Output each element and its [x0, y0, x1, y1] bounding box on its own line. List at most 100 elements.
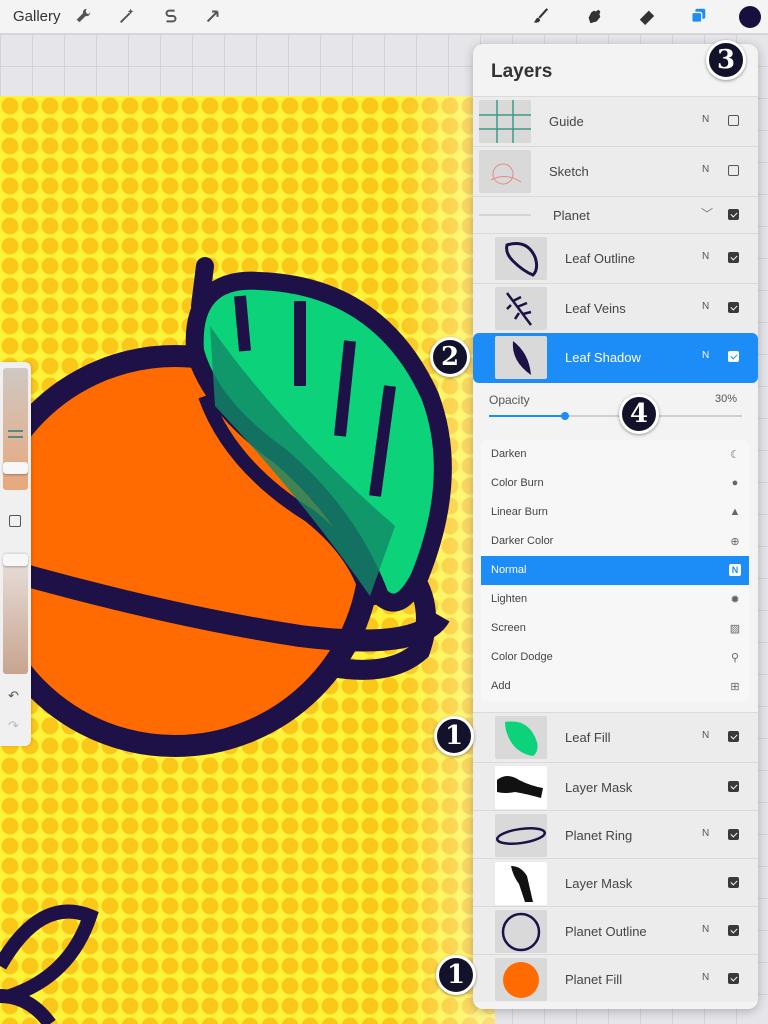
layer-row-leaf-veins[interactable]: Leaf Veins N [473, 283, 758, 333]
left-sidebar: ↶ ↷ [0, 362, 31, 746]
blend-mode-linear-burn[interactable]: Linear Burn ▲ [481, 498, 749, 527]
sun-icon: ✹ [730, 593, 740, 606]
layer-group-planet[interactable]: Planet ﹀ [473, 196, 758, 233]
brush-opacity-slider[interactable] [3, 552, 28, 674]
blend-mode-add[interactable]: Add ⊞ [481, 672, 749, 701]
blend-mode-indicator[interactable]: N [702, 301, 709, 312]
visibility-checkbox[interactable] [728, 252, 739, 263]
layer-row-leaf-outline[interactable]: Leaf Outline N [473, 233, 758, 283]
blend-mode-label: Darken [491, 448, 527, 460]
blend-mode-color-dodge[interactable]: Color Dodge ⚲ [481, 643, 749, 672]
blend-mode-indicator[interactable]: N [702, 828, 709, 839]
transform-arrow-icon[interactable] [202, 5, 224, 27]
blend-mode-label: Normal [491, 564, 527, 576]
blend-mode-indicator[interactable]: N [702, 972, 709, 983]
eraser-icon[interactable] [636, 5, 658, 27]
blend-mode-label: Screen [491, 622, 526, 634]
callout-2: 2 [430, 337, 470, 377]
layer-name: Planet Outline [565, 924, 647, 939]
visibility-checkbox[interactable] [728, 209, 739, 220]
blend-mode-indicator[interactable]: N [702, 251, 709, 262]
blend-mode-list: Darken ☾ Color Burn ● Linear Burn ▲ Dark… [481, 440, 749, 701]
layer-thumbnail [495, 287, 547, 330]
blend-mode-label: Add [491, 680, 511, 692]
blend-mode-normal[interactable]: Normal N [481, 556, 749, 585]
redo-icon[interactable]: ↷ [8, 718, 19, 734]
color-swatch[interactable] [739, 6, 761, 28]
plus-circle-icon: ⊕ [730, 535, 740, 548]
brush-icon[interactable] [530, 5, 552, 27]
visibility-checkbox[interactable] [728, 973, 739, 984]
layer-row-leaf-shadow[interactable]: Leaf Shadow N [473, 333, 758, 383]
visibility-checkbox[interactable] [728, 115, 739, 126]
chevron-down-icon[interactable]: ﹀ [701, 205, 713, 222]
opacity-slider-knob[interactable] [560, 412, 569, 420]
opacity-slider-fill [489, 415, 565, 417]
blend-mode-label: Color Burn [491, 477, 544, 489]
smudge-icon[interactable] [583, 5, 605, 27]
panel-title: Layers [491, 61, 553, 82]
layer-row-planet-outline[interactable]: Planet Outline N [473, 906, 758, 954]
callout-4: 4 [619, 394, 659, 434]
blend-mode-label: Linear Burn [491, 506, 548, 518]
blend-mode-darken[interactable]: Darken ☾ [481, 440, 749, 469]
brush-size-thumb[interactable] [3, 462, 28, 474]
blend-mode-lighten[interactable]: Lighten ✹ [481, 585, 749, 614]
wrench-icon[interactable] [72, 5, 94, 27]
callout-3: 3 [706, 40, 746, 80]
layer-row-layer-mask[interactable]: Layer Mask [473, 762, 758, 810]
layer-name: Leaf Veins [565, 301, 626, 316]
layer-row-guide[interactable]: Guide N [473, 96, 758, 146]
blend-mode-darker-color[interactable]: Darker Color ⊕ [481, 527, 749, 556]
layer-name: Planet Fill [565, 972, 623, 987]
brush-opacity-thumb[interactable] [3, 554, 28, 566]
visibility-checkbox[interactable] [728, 302, 739, 313]
group-name: Planet [553, 208, 590, 223]
visibility-checkbox[interactable] [728, 925, 739, 936]
layer-thumbnail [495, 910, 547, 953]
blend-mode-indicator[interactable]: N [702, 730, 709, 741]
layer-row-planet-fill[interactable]: Planet Fill N [473, 954, 758, 1002]
blend-mode-indicator[interactable]: N [702, 924, 709, 935]
layer-name: Leaf Shadow [565, 350, 641, 365]
blend-mode-label: Darker Color [491, 535, 554, 547]
moon-icon: ☾ [730, 448, 740, 461]
layer-row-planet-ring[interactable]: Planet Ring N [473, 810, 758, 858]
layer-thumbnail [479, 100, 531, 143]
blend-mode-screen[interactable]: Screen ▨ [481, 614, 749, 643]
layer-name: Leaf Outline [565, 251, 636, 266]
layer-name: Leaf Fill [565, 730, 611, 745]
blend-mode-indicator[interactable]: N [702, 114, 709, 125]
visibility-checkbox[interactable] [728, 781, 739, 792]
visibility-checkbox[interactable] [728, 731, 739, 742]
layer-name: Guide [549, 114, 584, 129]
layer-row-layer-mask[interactable]: Layer Mask [473, 858, 758, 906]
layer-thumbnail [495, 716, 547, 759]
n-badge-icon: N [729, 564, 741, 576]
visibility-checkbox[interactable] [728, 351, 739, 362]
magic-wand-icon[interactable] [116, 5, 138, 27]
canvas-artwork[interactable] [0, 96, 495, 1024]
dodge-icon: ⚲ [730, 651, 740, 664]
flame-icon: ▲ [729, 506, 741, 518]
layer-row-sketch[interactable]: Sketch N [473, 146, 758, 196]
stripes-icon: ▨ [729, 622, 741, 635]
top-toolbar: Gallery [0, 0, 768, 34]
blend-mode-label: Color Dodge [491, 651, 553, 663]
selection-s-icon[interactable] [160, 5, 182, 27]
layer-row-leaf-fill[interactable]: Leaf Fill N [473, 712, 758, 762]
callout-1: 1 [434, 716, 474, 756]
layers-icon[interactable] [688, 5, 710, 27]
blend-mode-indicator[interactable]: N [702, 164, 709, 175]
opacity-label: Opacity [489, 393, 530, 407]
visibility-checkbox[interactable] [728, 877, 739, 888]
gallery-button[interactable]: Gallery [13, 8, 61, 25]
blend-mode-color-burn[interactable]: Color Burn ● [481, 469, 749, 498]
modify-square-button[interactable] [9, 515, 21, 527]
opacity-value: 30% [715, 393, 738, 405]
undo-icon[interactable]: ↶ [8, 688, 19, 704]
opacity-slider[interactable] [489, 412, 742, 420]
visibility-checkbox[interactable] [728, 165, 739, 176]
visibility-checkbox[interactable] [728, 829, 739, 840]
blend-mode-indicator[interactable]: N [702, 350, 709, 361]
